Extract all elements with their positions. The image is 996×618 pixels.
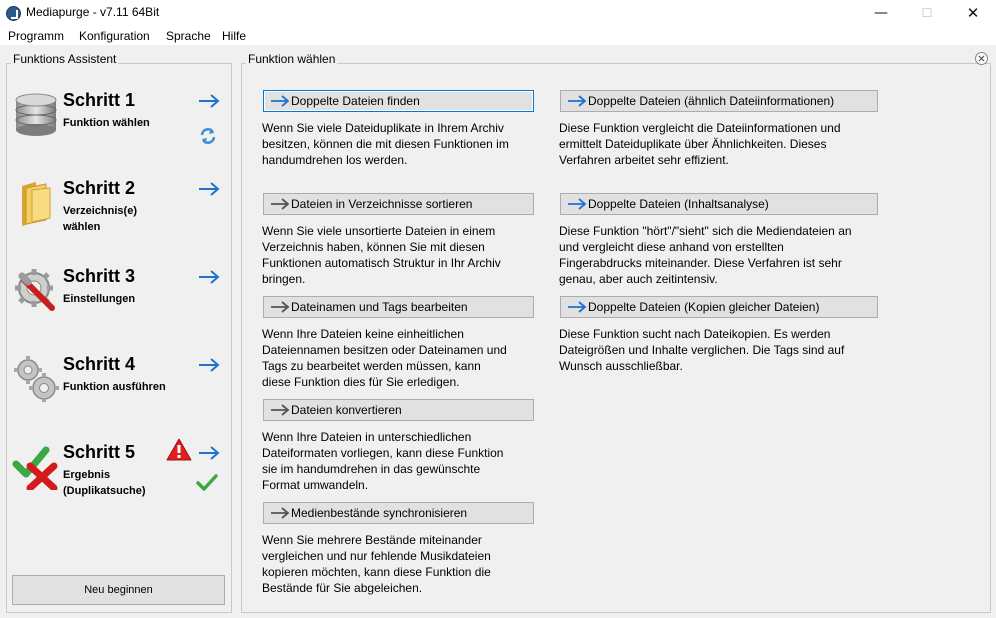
step-3[interactable]: Schritt 3 Einstellungen xyxy=(8,258,220,338)
edit-names-tags-label: Dateinamen und Tags bearbeiten xyxy=(291,300,468,314)
step-3-subtitle: Einstellungen xyxy=(63,293,136,305)
step-5-subtitle: Ergebnis (Duplikatsuche) xyxy=(63,469,146,497)
edit-names-tags-button[interactable]: Dateinamen und Tags bearbeiten xyxy=(263,296,534,318)
menu-hilfe[interactable]: Hilfe xyxy=(222,29,246,43)
checkmark-icon xyxy=(196,474,218,491)
menu-konfiguration[interactable]: Konfiguration xyxy=(79,29,150,43)
arrow-right-icon xyxy=(199,270,220,284)
step-1-title: Schritt 1 xyxy=(63,90,136,110)
step-2[interactable]: Schritt 2 Verzeichnis(e) wählen xyxy=(8,170,220,250)
duplicates-similar-info-description: Diese Funktion vergleicht die Dateiinfor… xyxy=(559,121,841,167)
duplicates-content-analysis-description: Diese Funktion "hört"/"sieht" sich die M… xyxy=(559,224,852,286)
find-duplicates-description: Wenn Sie viele Dateiduplikate in Ihrem A… xyxy=(262,121,509,167)
duplicates-file-copies-button[interactable]: Doppelte Dateien (Kopien gleicher Dateie… xyxy=(560,296,878,318)
step-5-title: Schritt 5 xyxy=(63,442,136,462)
sync-media-label: Medienbestände synchronisieren xyxy=(291,506,468,520)
menu-bar: Programm Konfiguration Sprache Hilfe xyxy=(0,27,996,45)
check-cross-icon xyxy=(12,446,58,490)
function-caption: Funktion wählen xyxy=(246,52,338,66)
collapse-icon[interactable] xyxy=(975,52,988,65)
arrow-right-icon xyxy=(271,95,290,107)
step-4[interactable]: Schritt 4 Funktion ausführen xyxy=(8,346,220,426)
find-duplicates-button[interactable]: Doppelte Dateien finden xyxy=(263,90,534,112)
refresh-icon[interactable] xyxy=(198,126,218,146)
find-duplicates-label: Doppelte Dateien finden xyxy=(291,94,420,108)
step-5[interactable]: Schritt 5 Ergebnis (Duplikatsuche) xyxy=(8,434,220,514)
folder-icon xyxy=(22,182,51,226)
edit-names-tags-description: Wenn Ihre Dateien keine einheitlichen Dat… xyxy=(262,327,507,389)
sync-media-button[interactable]: Medienbestände synchronisieren xyxy=(263,502,534,524)
duplicates-content-analysis-label: Doppelte Dateien (Inhaltsanalyse) xyxy=(588,197,769,211)
new-start-button[interactable]: Neu beginnen xyxy=(12,575,225,605)
arrow-right-icon xyxy=(568,301,587,313)
warning-icon xyxy=(166,438,192,461)
minimize-button[interactable]: — xyxy=(858,0,904,27)
window-title: Mediapurge - v7.11 64Bit xyxy=(26,5,160,19)
assistant-caption: Funktions Assistent xyxy=(11,52,119,66)
arrow-right-icon xyxy=(271,301,290,313)
duplicates-content-analysis-button[interactable]: Doppelte Dateien (Inhaltsanalyse) xyxy=(560,193,878,215)
sort-into-folders-label: Dateien in Verzeichnisse sortieren xyxy=(291,197,473,211)
step-2-subtitle: Verzeichnis(e) wählen xyxy=(63,205,137,233)
sort-into-folders-button[interactable]: Dateien in Verzeichnisse sortieren xyxy=(263,193,534,215)
arrow-right-icon xyxy=(271,507,290,519)
convert-files-description: Wenn Ihre Dateien in unterschiedlichen Da… xyxy=(262,430,504,492)
step-2-title: Schritt 2 xyxy=(63,178,136,198)
duplicates-similar-info-button[interactable]: Doppelte Dateien (ähnlich Dateiinformati… xyxy=(560,90,878,112)
close-button[interactable]: ✕ xyxy=(950,0,996,27)
arrow-right-icon xyxy=(199,358,220,372)
duplicates-file-copies-description: Diese Funktion sucht nach Dateikopien. E… xyxy=(559,327,845,373)
maximize-button[interactable]: ☐ xyxy=(904,0,950,27)
arrow-right-icon xyxy=(568,198,587,210)
duplicates-similar-info-label: Doppelte Dateien (ähnlich Dateiinformati… xyxy=(588,94,835,108)
step-4-subtitle: Funktion ausführen xyxy=(63,381,166,393)
duplicates-file-copies-label: Doppelte Dateien (Kopien gleicher Dateie… xyxy=(588,300,820,314)
arrow-right-icon xyxy=(271,404,290,416)
menu-sprache[interactable]: Sprache xyxy=(166,29,211,43)
step-4-title: Schritt 4 xyxy=(63,354,136,374)
sync-media-description: Wenn Sie mehrere Bestände miteinander ver… xyxy=(262,533,491,595)
arrow-right-icon xyxy=(568,95,587,107)
convert-files-button[interactable]: Dateien konvertieren xyxy=(263,399,534,421)
arrow-right-icon xyxy=(199,94,220,108)
gears-icon xyxy=(14,356,59,402)
arrow-right-icon xyxy=(199,182,220,196)
step-1-subtitle: Funktion wählen xyxy=(63,117,150,129)
convert-files-label: Dateien konvertieren xyxy=(291,403,402,417)
title-bar: Mediapurge - v7.11 64Bit — ☐ ✕ xyxy=(0,0,996,27)
app-icon xyxy=(6,6,21,21)
step-1[interactable]: Schritt 1 Funktion wählen xyxy=(8,82,220,162)
step-3-title: Schritt 3 xyxy=(63,266,136,286)
arrow-right-icon xyxy=(271,198,290,210)
database-icon xyxy=(15,93,57,136)
sort-into-folders-description: Wenn Sie viele unsortierte Dateien in ei… xyxy=(262,224,501,286)
settings-wrench-icon xyxy=(15,269,55,311)
arrow-right-icon xyxy=(199,446,220,460)
menu-programm[interactable]: Programm xyxy=(8,29,64,43)
